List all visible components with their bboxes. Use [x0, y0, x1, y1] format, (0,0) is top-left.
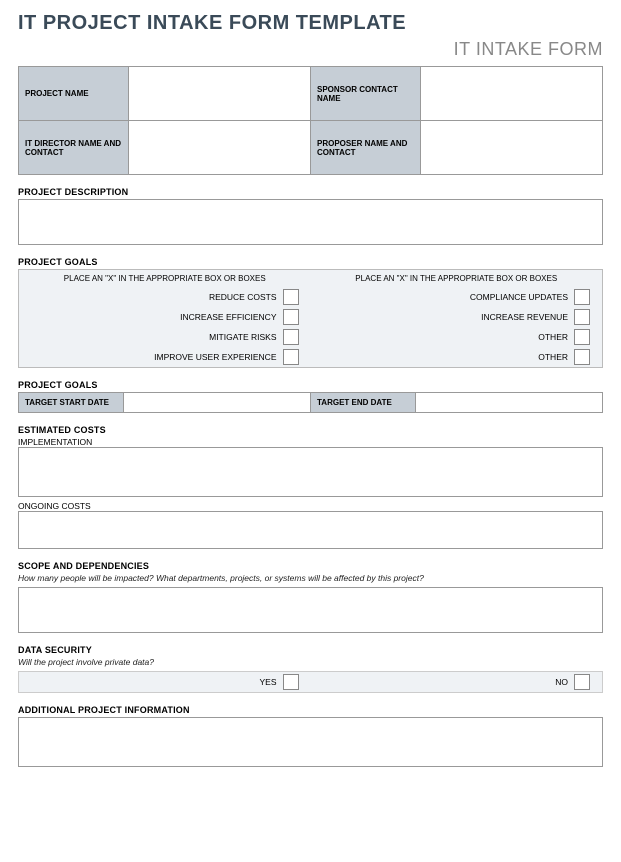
additional-info-title: ADDITIONAL PROJECT INFORMATION — [18, 705, 603, 715]
goal-reduce-costs-checkbox[interactable] — [283, 289, 299, 305]
target-end-label: TARGET END DATE — [311, 393, 416, 413]
proposer-input[interactable] — [421, 121, 603, 175]
goal-other-1-checkbox[interactable] — [574, 329, 590, 345]
goal-compliance-checkbox[interactable] — [574, 289, 590, 305]
project-goals-title: PROJECT GOALS — [18, 257, 603, 267]
target-end-input[interactable] — [416, 393, 603, 413]
sponsor-contact-label: SPONSOR CONTACT NAME — [311, 67, 421, 121]
additional-info-input[interactable] — [18, 717, 603, 767]
ongoing-costs-label: ONGOING COSTS — [18, 501, 603, 511]
scope-input[interactable] — [18, 587, 603, 633]
goal-other-2-label: OTHER — [538, 352, 568, 362]
scope-hint: How many people will be impacted? What d… — [18, 573, 603, 583]
goal-compliance-label: COMPLIANCE UPDATES — [470, 292, 568, 302]
goal-other-2-checkbox[interactable] — [574, 349, 590, 365]
project-dates-title: PROJECT GOALS — [18, 380, 603, 390]
project-description-title: PROJECT DESCRIPTION — [18, 187, 603, 197]
implementation-label: IMPLEMENTATION — [18, 437, 603, 447]
goal-mitigate-risks-checkbox[interactable] — [283, 329, 299, 345]
scope-title: SCOPE AND DEPENDENCIES — [18, 561, 603, 571]
project-name-input[interactable] — [129, 67, 311, 121]
goals-hint-left: PLACE AN "X" IN THE APPROPRIATE BOX OR B… — [19, 270, 311, 287]
goal-mitigate-risks-label: MITIGATE RISKS — [209, 332, 276, 342]
form-subtitle: IT INTAKE FORM — [18, 39, 603, 60]
goal-increase-revenue-checkbox[interactable] — [574, 309, 590, 325]
page-title: IT PROJECT INTAKE FORM TEMPLATE — [18, 12, 603, 35]
data-security-title: DATA SECURITY — [18, 645, 603, 655]
dates-table: TARGET START DATE TARGET END DATE — [18, 392, 603, 413]
yes-label: YES — [259, 677, 276, 687]
proposer-label: PROPOSER NAME AND CONTACT — [311, 121, 421, 175]
header-table: PROJECT NAME SPONSOR CONTACT NAME IT DIR… — [18, 66, 603, 175]
goal-reduce-costs-label: REDUCE COSTS — [209, 292, 277, 302]
goal-increase-revenue-label: INCREASE REVENUE — [481, 312, 568, 322]
goal-improve-ux-label: IMPROVE USER EXPERIENCE — [154, 352, 276, 362]
data-security-row: YES NO — [18, 671, 603, 693]
yes-checkbox[interactable] — [283, 674, 299, 690]
implementation-input[interactable] — [18, 447, 603, 497]
project-description-input[interactable] — [18, 199, 603, 245]
it-director-label: IT DIRECTOR NAME AND CONTACT — [19, 121, 129, 175]
target-start-label: TARGET START DATE — [19, 393, 124, 413]
ongoing-costs-input[interactable] — [18, 511, 603, 549]
target-start-input[interactable] — [124, 393, 311, 413]
goal-other-1-label: OTHER — [538, 332, 568, 342]
no-checkbox[interactable] — [574, 674, 590, 690]
estimated-costs-title: ESTIMATED COSTS — [18, 425, 603, 435]
goals-container: PLACE AN "X" IN THE APPROPRIATE BOX OR B… — [18, 269, 603, 368]
data-security-hint: Will the project involve private data? — [18, 657, 603, 667]
no-label: NO — [555, 677, 568, 687]
goals-hint-right: PLACE AN "X" IN THE APPROPRIATE BOX OR B… — [311, 270, 603, 287]
goal-increase-efficiency-checkbox[interactable] — [283, 309, 299, 325]
project-name-label: PROJECT NAME — [19, 67, 129, 121]
goal-improve-ux-checkbox[interactable] — [283, 349, 299, 365]
sponsor-contact-input[interactable] — [421, 67, 603, 121]
it-director-input[interactable] — [129, 121, 311, 175]
goal-increase-efficiency-label: INCREASE EFFICIENCY — [180, 312, 276, 322]
